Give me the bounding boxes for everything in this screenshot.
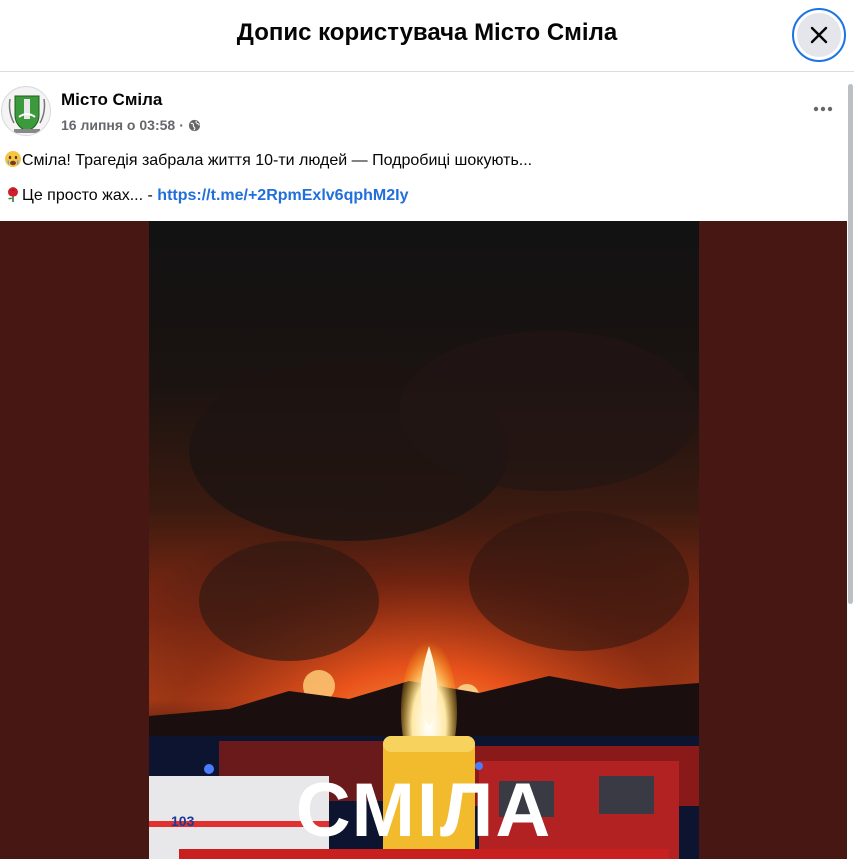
avatar[interactable] [1, 86, 51, 136]
photo-overlay-title: СМІЛА [296, 768, 553, 853]
post-text-line-1: Сміла! Трагедія забрала життя 10-ти люде… [4, 150, 532, 170]
author-name[interactable]: Місто Сміла [61, 90, 162, 110]
close-icon [810, 26, 828, 44]
ambulance-number: 103 [171, 813, 195, 829]
dialog-header: Допис користувача Місто Сміла [0, 0, 854, 72]
globe-icon[interactable] [188, 119, 201, 132]
fire-scene-illustration: 103 СМІЛА [149, 331, 699, 859]
dialog-title: Допис користувача Місто Сміла [236, 19, 618, 46]
city-coat-of-arms-icon [3, 88, 50, 135]
close-button[interactable] [792, 8, 846, 62]
post-meta: 16 липня о 03:58 · [61, 117, 201, 133]
red-rose-icon [8, 187, 18, 202]
post-link[interactable]: https://t.me/+2RpmExlv6qphM2Iy [157, 187, 408, 204]
post-text-2: Це просто жах... - [22, 187, 158, 204]
close-button-bg[interactable] [797, 13, 841, 57]
post-text-1: Сміла! Трагедія забрала життя 10-ти люде… [22, 152, 533, 169]
post-photo[interactable]: 103 СМІЛА [149, 221, 699, 859]
scrollbar[interactable] [848, 84, 853, 604]
meta-separator: · [179, 117, 184, 133]
more-dots-icon [813, 106, 833, 112]
crying-face-icon [5, 151, 21, 167]
post-date[interactable]: 16 липня о 03:58 [61, 117, 175, 133]
post-text-line-2: Це просто жах... - https://t.me/+2RpmExl… [4, 185, 408, 205]
more-options-button[interactable] [808, 97, 838, 121]
post-image-container[interactable]: 103 СМІЛА [0, 221, 847, 859]
